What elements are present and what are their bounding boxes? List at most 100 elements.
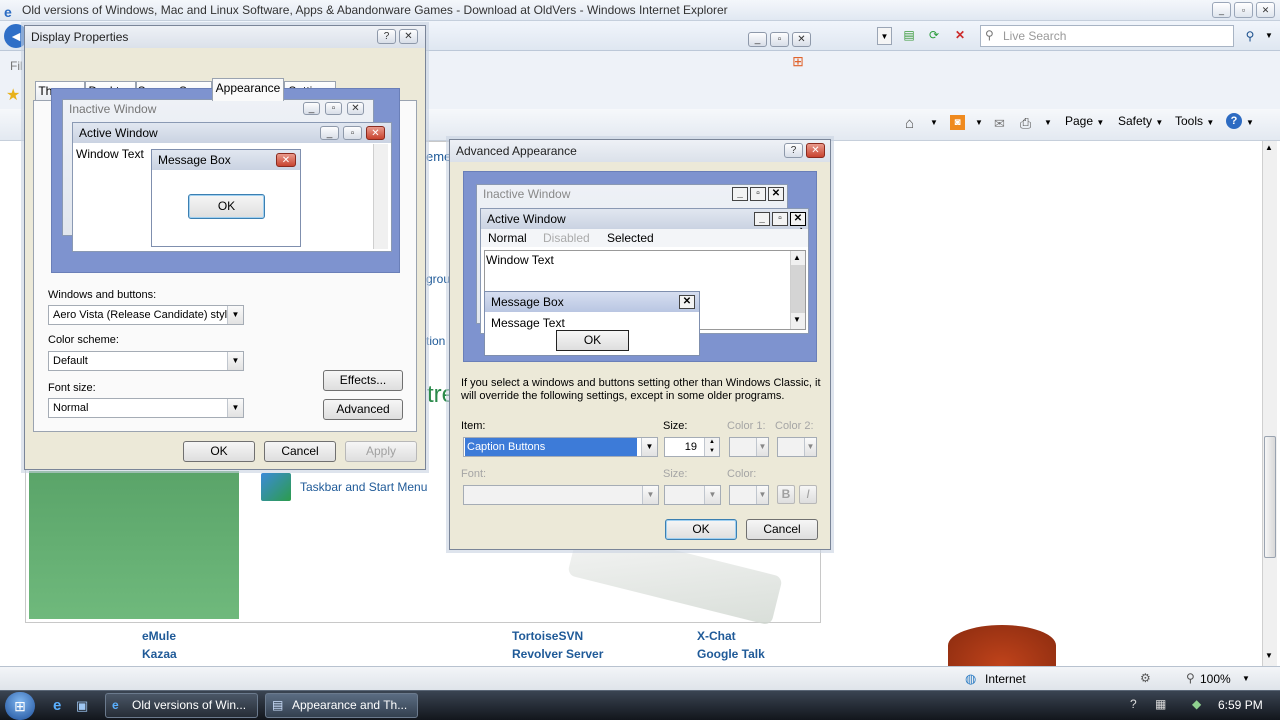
taskbar-btn-appearance[interactable]: ▤ Appearance and Th...	[265, 693, 418, 718]
font-size-value: Normal	[53, 402, 89, 414]
ie-print-icon[interactable]: ⎙	[1020, 115, 1031, 132]
scroll-up-icon[interactable]: ▲	[1265, 143, 1273, 152]
bg-close-button[interactable]: ✕	[792, 32, 811, 47]
clock[interactable]: 6:59 PM	[1218, 698, 1263, 712]
ie-help-icon[interactable]: ?	[1226, 113, 1242, 129]
adv-ok-button[interactable]: OK	[665, 519, 737, 540]
dp-pv-inactive-min: _	[303, 102, 320, 115]
size-spinner[interactable]: 19 ▲ ▼	[664, 437, 720, 457]
taskbar-start-menu-link[interactable]: Taskbar and Start Menu	[300, 480, 427, 494]
font-size-label-adv: Size:	[663, 468, 688, 480]
ie-maximize-button[interactable]: ▫	[1234, 2, 1253, 18]
effects-button[interactable]: Effects...	[323, 370, 403, 391]
zoom-dropdown[interactable]: ▼	[1242, 674, 1250, 683]
ie-mail-icon[interactable]: ✉	[994, 116, 1005, 132]
link-xchat[interactable]: X-Chat	[697, 629, 736, 643]
ie-safety-menu[interactable]: Safety ▼	[1118, 114, 1163, 128]
adv-close-button[interactable]: ✕	[806, 143, 825, 158]
ie-safety-label: Safety	[1118, 114, 1153, 128]
color1-picker[interactable]: ▼	[729, 437, 769, 457]
link-google-talk[interactable]: Google Talk	[697, 647, 765, 661]
link-tortoisesvn[interactable]: TortoiseSVN	[512, 629, 583, 643]
adv-preview-message-box: Message Box ✕ Message Text OK	[484, 291, 700, 356]
dp-close-button[interactable]: ✕	[399, 29, 418, 44]
adv-pv-inactive-close: ✕	[768, 187, 784, 201]
bg-maximize-button[interactable]: ▫	[770, 32, 789, 47]
advanced-button[interactable]: Advanced	[323, 399, 403, 420]
ie-page-menu[interactable]: Page ▼	[1065, 114, 1104, 128]
page-scrollbar[interactable]: ▲ ▼	[1262, 141, 1277, 666]
quicklaunch-ie-icon[interactable]: e	[53, 697, 61, 714]
color-scheme-label: Color scheme:	[48, 334, 119, 346]
content-fragment-1: eme	[426, 149, 452, 164]
taskbar-btn-ie[interactable]: e Old versions of Win...	[105, 693, 258, 718]
stop-icon[interactable]: ✕	[951, 26, 969, 44]
font-size-select-adv[interactable]: ▼	[664, 485, 721, 505]
search-placeholder: Live Search	[1003, 29, 1067, 43]
advanced-title: Advanced Appearance	[456, 144, 577, 158]
taskbar-btn-appearance-label: Appearance and Th...	[292, 698, 408, 712]
chevron-down-icon: ▼	[642, 486, 658, 504]
ie-feeds-dropdown[interactable]: ▼	[975, 118, 983, 127]
ie-minimize-button[interactable]: _	[1212, 2, 1231, 18]
italic-button[interactable]: I	[799, 485, 817, 504]
color-scheme-select[interactable]: Default ▼	[48, 351, 244, 371]
refresh-icon[interactable]: ⟳	[925, 26, 943, 44]
scroll-thumb[interactable]	[1264, 436, 1276, 558]
dp-help-button[interactable]: ?	[377, 29, 396, 44]
adv-menu-normal: Normal	[488, 231, 527, 245]
dp-ok-button[interactable]: OK	[183, 441, 255, 462]
address-dropdown-icon[interactable]: ▼	[877, 27, 892, 45]
windows-buttons-select[interactable]: Aero Vista (Release Candidate) style ▼	[48, 305, 244, 325]
favorites-star-icon[interactable]: ★	[6, 85, 20, 105]
size-label: Size:	[663, 420, 688, 432]
ie-logo-icon: e	[4, 4, 12, 20]
scroll-down-icon[interactable]: ▼	[1265, 651, 1273, 660]
bold-button[interactable]: B	[777, 485, 795, 504]
color2-picker[interactable]: ▼	[777, 437, 817, 457]
adv-cancel-button[interactable]: Cancel	[746, 519, 818, 540]
search-input[interactable]: ⚲ Live Search	[980, 25, 1234, 47]
font-size-label: Font size:	[48, 382, 96, 394]
adv-pv-active-max: ▫	[772, 212, 788, 226]
quicklaunch-desktop-icon[interactable]: ▣	[76, 698, 88, 714]
ie-tools-menu[interactable]: Tools ▼	[1175, 114, 1214, 128]
ie-print-dropdown[interactable]: ▼	[1044, 118, 1052, 127]
adv-preview-ok: OK	[556, 330, 629, 351]
menu-file-partial[interactable]: Fil	[10, 59, 23, 73]
link-revolver-server[interactable]: Revolver Server	[512, 647, 603, 661]
item-label: Item:	[461, 420, 486, 432]
protected-mode-icon: ⚙	[1140, 671, 1151, 685]
dp-pv-msg-close: ✕	[276, 153, 296, 167]
bg-minimize-button[interactable]: _	[748, 32, 767, 47]
dp-cancel-button[interactable]: Cancel	[264, 441, 336, 462]
adv-help-button[interactable]: ?	[784, 143, 803, 158]
link-kazaa[interactable]: Kazaa	[142, 647, 177, 661]
size-down-icon[interactable]: ▼	[704, 447, 719, 456]
dp-preview-scrollbar	[373, 144, 388, 249]
tab-appearance[interactable]: Appearance	[212, 78, 284, 101]
content-fragment-2: groups	[426, 272, 450, 286]
zoom-level[interactable]: 100%	[1200, 672, 1231, 686]
ie-feeds-icon[interactable]: ◙	[950, 115, 965, 130]
ie-help-dropdown[interactable]: ▼	[1246, 118, 1254, 127]
color2-label: Color 2:	[775, 420, 814, 432]
link-emule[interactable]: eMule	[142, 629, 176, 643]
item-select[interactable]: Caption Buttons ▼	[463, 437, 658, 457]
chevron-down-icon: ▼	[227, 352, 243, 370]
search-options-icon[interactable]: ▼	[1262, 26, 1276, 46]
font-size-select[interactable]: Normal ▼	[48, 398, 244, 418]
ie-close-button[interactable]: ✕	[1256, 2, 1275, 18]
adv-pv-inactive-min: _	[732, 187, 748, 201]
dp-apply-button[interactable]: Apply	[345, 441, 417, 462]
dp-preview: Inactive Window _ ▫ ✕ Active Window _ ▫ …	[51, 88, 400, 273]
size-up-icon[interactable]: ▲	[704, 438, 719, 447]
start-button[interactable]: ⊞	[5, 692, 35, 720]
font-select[interactable]: ▼	[463, 485, 659, 505]
compat-icon[interactable]: ▤	[900, 26, 918, 44]
adv-pv-msg-close: ✕	[679, 295, 695, 309]
ie-home-dropdown[interactable]: ▼	[930, 118, 938, 127]
ie-home-icon[interactable]: ⌂	[905, 115, 914, 132]
font-color-picker[interactable]: ▼	[729, 485, 769, 505]
search-go-icon[interactable]: ⚲	[1240, 26, 1260, 46]
